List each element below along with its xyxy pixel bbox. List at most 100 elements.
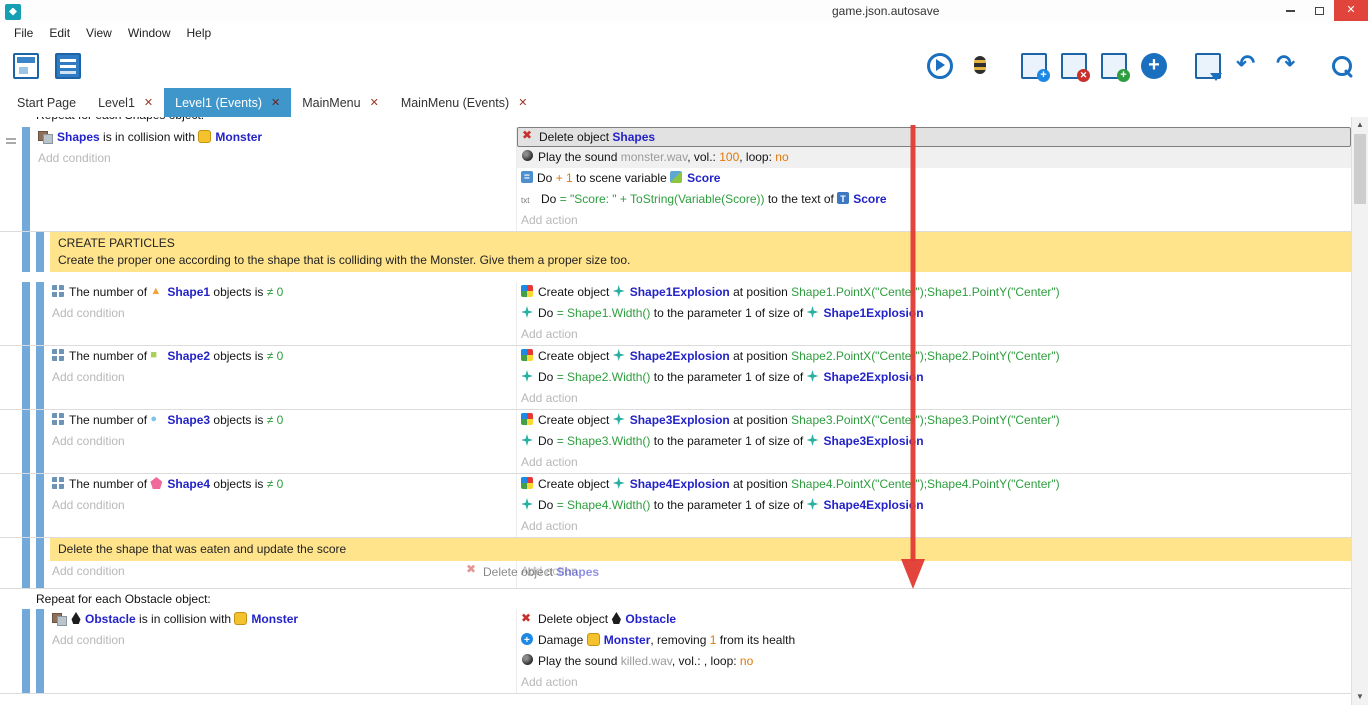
minimize-button[interactable] bbox=[1276, 0, 1305, 21]
condition[interactable]: Shapes is in collision with Monster bbox=[36, 127, 516, 148]
tab-level1[interactable]: Level1✕ bbox=[87, 88, 164, 117]
action[interactable]: Play the sound monster.wav, vol.: 100, l… bbox=[517, 147, 1351, 168]
scrollbar-down-icon[interactable] bbox=[1352, 689, 1368, 705]
event-depth-bar[interactable] bbox=[22, 282, 30, 345]
condition[interactable]: The number of Shape1 objects is ≠ 0 bbox=[50, 282, 516, 303]
menu-item-view[interactable]: View bbox=[78, 23, 120, 44]
add-condition-link[interactable]: Add condition bbox=[50, 367, 516, 388]
add-condition-link[interactable]: Add condition bbox=[50, 303, 516, 324]
text-segment: Do bbox=[538, 434, 557, 448]
condition[interactable]: Obstacle is in collision with Monster bbox=[50, 609, 516, 630]
action[interactable]: Do = Shape1.Width() to the parameter 1 o… bbox=[517, 303, 1351, 324]
tab-close-icon[interactable]: ✕ bbox=[144, 96, 153, 109]
maximize-button[interactable] bbox=[1305, 0, 1334, 21]
add-condition-link[interactable]: Add condition bbox=[50, 495, 516, 516]
add-condition-link[interactable]: Add condition bbox=[36, 148, 516, 169]
menu-item-file[interactable]: File bbox=[6, 23, 41, 44]
toolbar-undo-button[interactable] bbox=[1232, 50, 1264, 82]
action[interactable]: Do = Shape3.Width() to the parameter 1 o… bbox=[517, 431, 1351, 452]
add-condition-link[interactable]: Add condition bbox=[50, 630, 516, 651]
damage-icon bbox=[521, 633, 536, 646]
expression: = Shape4.Width() bbox=[557, 498, 651, 512]
action[interactable]: Play the sound killed.wav, vol.: , loop:… bbox=[517, 651, 1351, 672]
expression: = Shape1.Width() bbox=[557, 306, 651, 320]
comment-block[interactable]: Delete the shape that was eaten and upda… bbox=[0, 538, 1351, 561]
toolbar-redo-button[interactable] bbox=[1272, 50, 1304, 82]
close-button[interactable] bbox=[1334, 0, 1368, 21]
tab-mainmenu[interactable]: MainMenu✕ bbox=[291, 88, 390, 117]
event-depth-bar[interactable] bbox=[22, 232, 30, 272]
tab-close-icon[interactable]: ✕ bbox=[518, 96, 527, 109]
condition[interactable]: The number of Shape3 objects is ≠ 0 bbox=[50, 410, 516, 431]
menu-item-edit[interactable]: Edit bbox=[41, 23, 78, 44]
toolbar-delete-scene-button[interactable] bbox=[1058, 50, 1090, 82]
event-depth-bar[interactable] bbox=[22, 538, 30, 561]
tab-level1-events[interactable]: Level1 (Events)✕ bbox=[164, 88, 291, 117]
event-depth-bar[interactable] bbox=[36, 474, 44, 537]
tab-start-page[interactable]: Start Page bbox=[6, 88, 87, 117]
vertical-scrollbar[interactable] bbox=[1351, 117, 1368, 705]
event-depth-bar[interactable] bbox=[36, 410, 44, 473]
event-depth-bar[interactable] bbox=[36, 346, 44, 409]
add-action-link[interactable]: Add action bbox=[517, 210, 1351, 231]
add-action-link[interactable]: Add action bbox=[517, 388, 1351, 409]
action[interactable]: Do = Shape2.Width() to the parameter 1 o… bbox=[517, 367, 1351, 388]
event-header-clipped[interactable]: Repeat for each Shapes object: bbox=[0, 117, 1351, 127]
comment-text[interactable]: CREATE PARTICLESCreate the proper one ac… bbox=[50, 232, 1351, 272]
maximize-icon bbox=[1315, 7, 1324, 15]
event-depth-bar[interactable] bbox=[36, 538, 44, 561]
toolbar-debugger-button[interactable] bbox=[964, 50, 996, 82]
toolbar-edit-scene-button[interactable] bbox=[1098, 50, 1130, 82]
drag-handle-icon[interactable] bbox=[6, 138, 16, 140]
action[interactable]: Damage Monster, removing 1 from its heal… bbox=[517, 630, 1351, 651]
object-name: Shape4Explosion bbox=[630, 477, 730, 491]
event-depth-bar[interactable] bbox=[22, 410, 30, 473]
action[interactable]: Create object Shape3Explosion at positio… bbox=[517, 410, 1351, 431]
scrollbar-up-icon[interactable] bbox=[1352, 117, 1368, 133]
condition[interactable]: The number of Shape4 objects is ≠ 0 bbox=[50, 474, 516, 495]
event-depth-bar[interactable] bbox=[36, 282, 44, 345]
event-depth-bar[interactable] bbox=[22, 561, 30, 588]
action[interactable]: Do = "Score: " + ToString(Variable(Score… bbox=[517, 189, 1351, 210]
event-depth-bar[interactable] bbox=[22, 609, 30, 693]
scrollbar-thumb[interactable] bbox=[1354, 134, 1366, 204]
toolbar-open-external-button[interactable] bbox=[1192, 50, 1224, 82]
tab-close-icon[interactable]: ✕ bbox=[370, 96, 379, 109]
tab-mainmenu-events[interactable]: MainMenu (Events)✕ bbox=[390, 88, 539, 117]
menu-item-help[interactable]: Help bbox=[179, 23, 220, 44]
tab-close-icon[interactable]: ✕ bbox=[271, 96, 280, 109]
comment-block[interactable]: CREATE PARTICLESCreate the proper one ac… bbox=[0, 232, 1351, 272]
add-condition-link[interactable]: Add condition bbox=[50, 431, 516, 452]
comment-text[interactable]: Delete the shape that was eaten and upda… bbox=[50, 538, 1351, 561]
event-depth-bar[interactable] bbox=[36, 232, 44, 272]
toolbar-scene-editor-button[interactable] bbox=[10, 50, 42, 82]
toolbar-play-button[interactable] bbox=[924, 50, 956, 82]
toolbar-add-scene-button[interactable] bbox=[1018, 50, 1050, 82]
add-condition-link[interactable]: Add condition bbox=[50, 561, 516, 582]
add-action-link[interactable]: Add action bbox=[517, 452, 1351, 473]
action[interactable]: Create object Shape2Explosion at positio… bbox=[517, 346, 1351, 367]
toolbar-events-editor-button[interactable] bbox=[52, 50, 84, 82]
action[interactable]: Do = Shape4.Width() to the parameter 1 o… bbox=[517, 495, 1351, 516]
action[interactable]: Create object Shape4Explosion at positio… bbox=[517, 474, 1351, 495]
action[interactable]: Delete object Obstacle bbox=[517, 609, 1351, 630]
text-segment: , vol.: bbox=[687, 150, 719, 164]
condition[interactable]: The number of Shape2 objects is ≠ 0 bbox=[50, 346, 516, 367]
object-name: Shape4 bbox=[167, 477, 210, 491]
add-action-link[interactable]: Add action bbox=[517, 516, 1351, 537]
event-depth-bar[interactable] bbox=[36, 561, 44, 588]
event-depth-bar[interactable] bbox=[22, 474, 30, 537]
event-depth-bar[interactable] bbox=[22, 346, 30, 409]
toolbar-search-button[interactable] bbox=[1326, 50, 1358, 82]
action[interactable]: Delete object Shapes bbox=[517, 127, 1351, 147]
event-depth-bar[interactable] bbox=[36, 609, 44, 693]
action[interactable]: Create object Shape1Explosion at positio… bbox=[517, 282, 1351, 303]
add-action-link[interactable]: Add action bbox=[517, 672, 1351, 693]
toolbar-add-object-button[interactable] bbox=[1138, 50, 1170, 82]
add-action-link[interactable]: Add action bbox=[517, 324, 1351, 345]
add-action-link[interactable]: Add action bbox=[517, 561, 1351, 582]
event-depth-bar[interactable] bbox=[22, 127, 30, 231]
menu-item-window[interactable]: Window bbox=[120, 23, 179, 44]
repeat-event-header[interactable]: Repeat for each Obstacle object: bbox=[0, 589, 1351, 609]
action[interactable]: Do + 1 to scene variable Score bbox=[517, 168, 1351, 189]
